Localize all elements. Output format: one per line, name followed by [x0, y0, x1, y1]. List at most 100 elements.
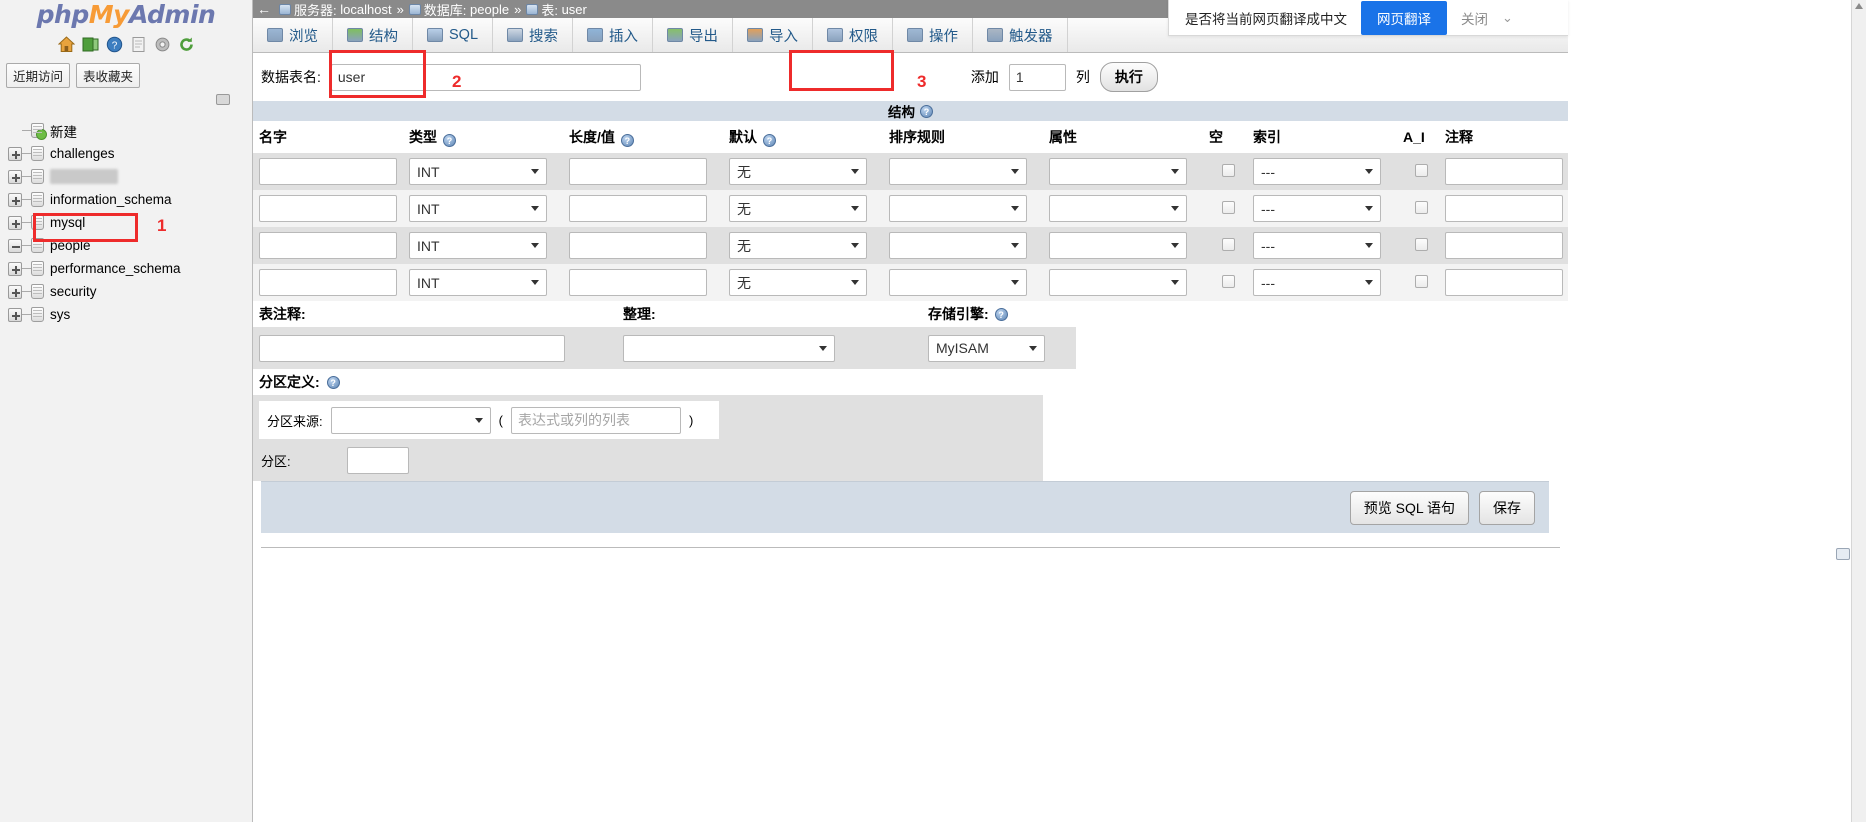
column-collation-select[interactable] — [889, 232, 1027, 259]
column-attributes-select[interactable] — [1049, 269, 1187, 296]
column-default-select[interactable]: 无 — [729, 269, 867, 296]
tab-privileges[interactable]: 权限 — [813, 18, 894, 52]
column-name-input[interactable] — [259, 232, 397, 259]
recent-tables-button[interactable]: 近期访问 — [6, 63, 71, 88]
sidebar-item-performance_schema[interactable]: performance_schema — [0, 257, 252, 280]
column-null-checkbox[interactable] — [1221, 237, 1235, 251]
breadcrumb-table-value[interactable]: user — [562, 2, 587, 17]
expand-toggle-icon[interactable] — [8, 307, 22, 322]
table-name-input[interactable] — [330, 63, 641, 91]
column-comment-input[interactable] — [1445, 232, 1563, 259]
sidebar-item-people[interactable]: people — [0, 234, 252, 257]
back-icon[interactable]: ← — [257, 1, 271, 17]
tab-import[interactable]: 导入 — [733, 18, 814, 52]
column-comment-input[interactable] — [1445, 158, 1563, 185]
expand-toggle-icon[interactable] — [8, 169, 22, 184]
add-columns-input[interactable] — [1008, 63, 1066, 91]
partition-source-select[interactable] — [330, 406, 491, 434]
column-type-select[interactable]: INT — [409, 269, 547, 296]
column-null-checkbox[interactable] — [1221, 200, 1235, 214]
chevron-down-icon[interactable]: ⌄ — [1502, 10, 1513, 26]
collapse-toggle-icon[interactable] — [8, 238, 22, 253]
preview-sql-button[interactable]: 预览 SQL 语句 — [1349, 490, 1469, 525]
settings-icon[interactable] — [154, 36, 171, 53]
favorite-tables-button[interactable]: 表收藏夹 — [76, 63, 141, 88]
column-comment-input[interactable] — [1445, 195, 1563, 222]
column-comment-input[interactable] — [1445, 269, 1563, 296]
collation-select[interactable] — [623, 334, 835, 362]
tab-operations[interactable]: 操作 — [893, 18, 974, 52]
go-button[interactable]: 执行 — [1099, 62, 1158, 92]
column-auto-increment-checkbox[interactable] — [1414, 200, 1428, 214]
column-length-input[interactable] — [569, 158, 707, 185]
docs-icon[interactable] — [130, 36, 147, 53]
tab-sql[interactable]: SQL — [413, 18, 494, 52]
column-auto-increment-checkbox[interactable] — [1414, 274, 1428, 288]
sidebar-item-新建[interactable]: 新建 — [0, 119, 252, 142]
column-index-select[interactable]: --- — [1253, 195, 1381, 222]
sidebar-item-mysql[interactable]: mysql — [0, 211, 252, 234]
column-index-select[interactable]: --- — [1253, 232, 1381, 259]
column-auto-increment-checkbox[interactable] — [1414, 163, 1428, 177]
tab-browse[interactable]: 浏览 — [253, 18, 333, 52]
column-attributes-select[interactable] — [1049, 232, 1187, 259]
sidebar-item-security[interactable]: security — [0, 280, 252, 303]
page-scrollbar[interactable] — [1851, 0, 1866, 822]
help-icon[interactable]: ? — [920, 104, 933, 118]
expand-toggle-icon[interactable] — [8, 261, 22, 276]
phpmyadmin-logo[interactable]: phpMyAdmin — [0, 0, 252, 27]
column-length-input[interactable] — [569, 195, 707, 222]
tab-export[interactable]: 导出 — [653, 18, 734, 52]
column-default-select[interactable]: 无 — [729, 195, 867, 222]
column-length-input[interactable] — [569, 232, 707, 259]
column-index-select[interactable]: --- — [1253, 158, 1381, 185]
sidebar-item-sys[interactable]: sys — [0, 303, 252, 326]
column-collation-select[interactable] — [889, 158, 1027, 185]
column-name-input[interactable] — [259, 158, 397, 185]
breadcrumb-db-value[interactable]: people — [470, 2, 509, 17]
tab-insert[interactable]: 插入 — [573, 18, 654, 52]
column-type-select[interactable]: INT — [409, 158, 547, 185]
table-comment-input[interactable] — [259, 334, 565, 362]
tab-search[interactable]: 搜索 — [493, 18, 574, 52]
translate-close-button[interactable]: 关闭 — [1461, 8, 1488, 28]
column-name-input[interactable] — [259, 269, 397, 296]
sidebar-item-hidden-db[interactable] — [0, 165, 252, 188]
tab-structure[interactable]: 结构 — [333, 18, 413, 52]
scroll-up-icon[interactable] — [1855, 3, 1863, 9]
partition-expression-input[interactable] — [510, 406, 681, 434]
help-icon[interactable]: ? — [326, 375, 340, 389]
column-attributes-select[interactable] — [1049, 158, 1187, 185]
expand-toggle-icon[interactable] — [8, 215, 22, 230]
help-icon[interactable]: ? — [443, 134, 456, 147]
partitions-count-input[interactable] — [346, 446, 409, 474]
column-default-select[interactable]: 无 — [729, 158, 867, 185]
column-null-checkbox[interactable] — [1221, 163, 1235, 177]
expand-toggle-icon[interactable] — [8, 192, 22, 207]
storage-engine-select[interactable]: MyISAM — [928, 334, 1045, 362]
expand-toggle-icon[interactable] — [8, 284, 22, 299]
help-icon[interactable]: ? — [763, 134, 776, 147]
sidebar-item-challenges[interactable]: challenges — [0, 142, 252, 165]
column-index-select[interactable]: --- — [1253, 269, 1381, 296]
logout-icon[interactable] — [82, 36, 99, 53]
help-icon[interactable]: ? — [106, 36, 123, 53]
console-toggle-icon[interactable] — [1836, 548, 1850, 560]
column-type-select[interactable]: INT — [409, 232, 547, 259]
reload-icon[interactable] — [178, 36, 195, 53]
column-collation-select[interactable] — [889, 195, 1027, 222]
column-name-input[interactable] — [259, 195, 397, 222]
column-null-checkbox[interactable] — [1221, 274, 1235, 288]
save-button[interactable]: 保存 — [1479, 490, 1535, 525]
home-icon[interactable] — [57, 35, 75, 53]
column-attributes-select[interactable] — [1049, 195, 1187, 222]
help-icon[interactable]: ? — [620, 134, 634, 147]
expand-toggle-icon[interactable] — [8, 146, 22, 161]
tab-triggers[interactable]: 触发器 — [973, 18, 1068, 52]
collapse-navigation-icon[interactable] — [216, 94, 230, 105]
column-type-select[interactable]: INT — [409, 195, 547, 222]
breadcrumb-server-value[interactable]: localhost — [340, 2, 391, 17]
column-auto-increment-checkbox[interactable] — [1414, 237, 1428, 251]
sidebar-item-information_schema[interactable]: information_schema — [0, 188, 252, 211]
help-icon[interactable]: ? — [994, 307, 1008, 321]
